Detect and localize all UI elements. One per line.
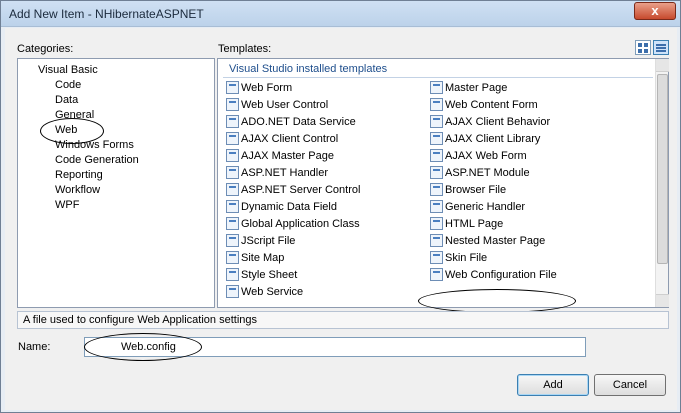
template-file-icon (226, 115, 239, 128)
template-file-icon (430, 149, 443, 162)
description-text: A file used to configure Web Application… (23, 314, 257, 326)
dialog-body: Categories: Templates: Visual Basic Code… (5, 28, 677, 410)
template-item-label: AJAX Client Behavior (445, 116, 551, 128)
small-icons-view-button[interactable] (653, 40, 669, 55)
template-file-icon (226, 268, 239, 281)
tree-item-workflow[interactable]: Workflow (55, 183, 100, 197)
template-item-label: AJAX Master Page (241, 150, 334, 162)
template-file-icon (226, 81, 239, 94)
template-file-icon (430, 132, 443, 145)
template-item-label: ASP.NET Server Control (241, 184, 361, 196)
title-bar: Add New Item - NHibernateASPNET x (1, 1, 680, 27)
add-button[interactable]: Add (517, 374, 589, 396)
template-file-icon (430, 98, 443, 111)
template-item-label: Web Configuration File (445, 269, 557, 281)
templates-vertical-scrollbar[interactable] (655, 59, 669, 307)
tree-item-code[interactable]: Code (55, 78, 81, 92)
template-file-icon (226, 251, 239, 264)
template-file-icon (430, 200, 443, 213)
template-item-label: Browser File (445, 184, 507, 196)
template-file-icon (430, 251, 443, 264)
template-file-icon (430, 268, 443, 281)
template-item-label: AJAX Client Library (445, 133, 541, 145)
template-item-label: ASP.NET Handler (241, 167, 329, 179)
template-item-label: Web User Control (241, 99, 329, 111)
templates-list[interactable]: Visual Studio installed templates Web Fo… (217, 58, 669, 313)
template-file-icon (430, 166, 443, 179)
template-item-label: Web Service (241, 286, 304, 298)
scroll-thumb[interactable] (657, 74, 668, 264)
template-file-icon (226, 149, 239, 162)
template-file-icon (430, 217, 443, 230)
template-item-label: AJAX Client Control (241, 133, 339, 145)
web-highlight-ellipse (40, 118, 104, 144)
description-bar: A file used to configure Web Application… (17, 311, 669, 329)
template-file-icon (226, 132, 239, 145)
templates-group-header: Visual Studio installed templates (223, 62, 653, 78)
template-file-icon (430, 115, 443, 128)
web-configuration-file-highlight-ellipse (418, 289, 576, 313)
tree-item-code-generation[interactable]: Code Generation (55, 153, 139, 167)
tree-item-reporting[interactable]: Reporting (55, 168, 103, 182)
name-highlight-ellipse (84, 333, 202, 361)
template-file-icon (226, 166, 239, 179)
cancel-button[interactable]: Cancel (594, 374, 666, 396)
template-item-label: HTML Page (445, 218, 504, 230)
close-icon: x (651, 3, 659, 18)
template-item-label: AJAX Web Form (445, 150, 527, 162)
name-label: Name: (18, 341, 51, 353)
template-item-label: Skin File (445, 252, 488, 264)
template-file-icon (226, 217, 239, 230)
template-file-icon (226, 98, 239, 111)
template-item-label: Dynamic Data Field (241, 201, 337, 213)
template-file-icon (430, 81, 443, 94)
template-item-label: Global Application Class (241, 218, 360, 230)
tree-item-data[interactable]: Data (55, 93, 78, 107)
close-button[interactable]: x (634, 2, 676, 20)
window-title: Add New Item - NHibernateASPNET (9, 7, 204, 21)
tree-item-wpf[interactable]: WPF (55, 198, 79, 212)
template-file-icon (226, 285, 239, 298)
categories-label: Categories: (17, 43, 74, 55)
add-new-item-dialog: Add New Item - NHibernateASPNET x Catego… (0, 0, 681, 413)
template-file-icon (226, 234, 239, 247)
template-item-label: Site Map (241, 252, 285, 264)
template-file-icon (226, 183, 239, 196)
template-item-label: JScript File (241, 235, 296, 247)
categories-tree[interactable]: Visual Basic Code Data General Web Windo… (17, 58, 215, 308)
template-file-icon (430, 183, 443, 196)
template-item-label: Style Sheet (241, 269, 298, 281)
scroll-down-arrow[interactable] (656, 294, 669, 307)
tree-item-visual-basic[interactable]: Visual Basic (38, 63, 98, 77)
template-item-label: Web Form (241, 82, 293, 94)
template-item-label: Master Page (445, 82, 508, 94)
template-item-label: ASP.NET Module (445, 167, 530, 179)
template-item-label: Nested Master Page (445, 235, 546, 247)
template-file-icon (226, 200, 239, 213)
large-icons-view-button[interactable] (635, 40, 651, 55)
template-file-icon (430, 234, 443, 247)
group-header-label: Visual Studio installed templates (229, 63, 388, 75)
template-item-label: ADO.NET Data Service (241, 116, 356, 128)
templates-label: Templates: (218, 43, 272, 55)
scroll-up-arrow[interactable] (656, 59, 669, 72)
template-item-label: Web Content Form (445, 99, 538, 111)
template-item-label: Generic Handler (445, 201, 526, 213)
